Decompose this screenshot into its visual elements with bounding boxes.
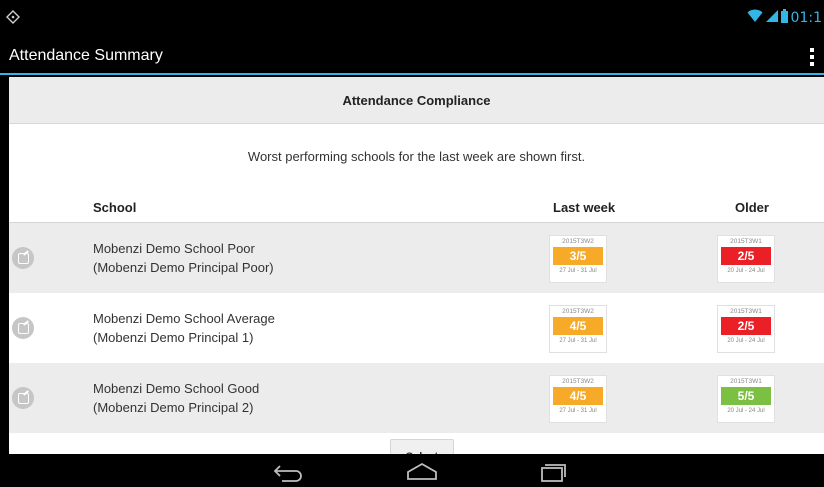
badge-range: 20 Jul - 24 Jul: [727, 268, 765, 274]
overflow-menu-icon[interactable]: [810, 48, 814, 66]
school-principal: (Mobenzi Demo Principal 1): [93, 330, 254, 345]
badge-score: 4/5: [553, 317, 603, 335]
app-title: Attendance Summary: [9, 47, 163, 64]
location-icon: [6, 10, 20, 28]
badge-score: 3/5: [553, 247, 603, 265]
school-name: Mobenzi Demo School Poor: [93, 241, 255, 256]
share-icon[interactable]: [12, 387, 34, 409]
recents-icon[interactable]: [533, 459, 573, 483]
share-icon[interactable]: [12, 317, 34, 339]
badge-score: 2/5: [721, 247, 771, 265]
older-badge[interactable]: 2015T3W1 2/5 20 Jul - 24 Jul: [717, 235, 775, 283]
badge-code: 2015T3W2: [562, 378, 594, 385]
table-row[interactable]: Mobenzi Demo School Poor (Mobenzi Demo P…: [9, 223, 824, 293]
badge-range: 27 Jul - 31 Jul: [559, 338, 597, 344]
last-week-badge[interactable]: 2015T3W2 3/5 27 Jul - 31 Jul: [549, 235, 607, 283]
badge-code: 2015T3W2: [562, 308, 594, 315]
badge-range: 20 Jul - 24 Jul: [727, 338, 765, 344]
column-header-school: School: [93, 200, 137, 215]
badge-range: 20 Jul - 24 Jul: [727, 408, 765, 414]
share-icon[interactable]: [12, 247, 34, 269]
badge-range: 27 Jul - 31 Jul: [559, 408, 597, 414]
home-icon[interactable]: [402, 459, 442, 483]
badge-code: 2015T3W1: [730, 308, 762, 315]
signal-icon: [765, 9, 778, 28]
last-week-badge[interactable]: 2015T3W2 4/5 27 Jul - 31 Jul: [549, 305, 607, 353]
badge-code: 2015T3W1: [730, 378, 762, 385]
badge-code: 2015T3W1: [730, 238, 762, 245]
badge-range: 27 Jul - 31 Jul: [559, 268, 597, 274]
navigation-bar: [0, 454, 824, 487]
column-header-older: Older: [735, 200, 769, 215]
column-header-last-week: Last week: [553, 200, 616, 215]
select-button[interactable]: Select: [390, 439, 454, 454]
badge-code: 2015T3W2: [562, 238, 594, 245]
table-row[interactable]: Mobenzi Demo School Good (Mobenzi Demo P…: [9, 363, 824, 433]
action-bar: Attendance Summary: [0, 40, 824, 75]
back-icon[interactable]: [268, 459, 308, 483]
school-name: Mobenzi Demo School Average: [93, 311, 275, 326]
school-principal: (Mobenzi Demo Principal 2): [93, 400, 254, 415]
last-week-badge[interactable]: 2015T3W2 4/5 27 Jul - 31 Jul: [549, 375, 607, 423]
badge-score: 4/5: [553, 387, 603, 405]
badge-score: 5/5: [721, 387, 771, 405]
section-title: Attendance Compliance: [9, 77, 824, 124]
older-badge[interactable]: 2015T3W1 5/5 20 Jul - 24 Jul: [717, 375, 775, 423]
status-time: 01:1: [790, 10, 822, 26]
content-panel: Attendance Compliance Worst performing s…: [9, 77, 824, 454]
section-subtitle: Worst performing schools for the last we…: [247, 149, 586, 164]
table-row[interactable]: Mobenzi Demo School Average (Mobenzi Dem…: [9, 293, 824, 363]
wifi-icon: [747, 9, 763, 28]
school-principal: (Mobenzi Demo Principal Poor): [93, 260, 274, 275]
older-badge[interactable]: 2015T3W1 2/5 20 Jul - 24 Jul: [717, 305, 775, 353]
status-bar: 01:1: [0, 0, 824, 40]
battery-icon: [780, 8, 788, 28]
badge-score: 2/5: [721, 317, 771, 335]
school-name: Mobenzi Demo School Good: [93, 381, 260, 396]
